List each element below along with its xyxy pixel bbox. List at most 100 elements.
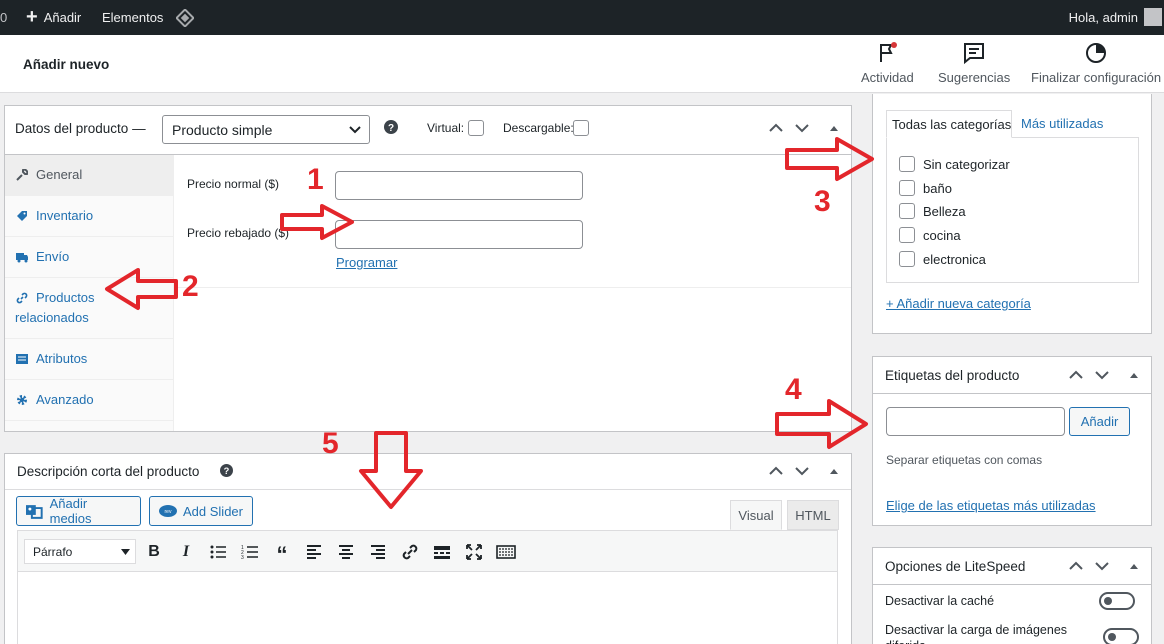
add-media-button[interactable]: Añadir medios	[16, 496, 141, 526]
move-up-icon[interactable]	[1068, 558, 1084, 574]
downloadable-checkbox[interactable]	[573, 120, 589, 136]
move-down-icon[interactable]	[1094, 367, 1110, 383]
numbered-list-icon[interactable]: 123	[241, 543, 259, 561]
suggestions-label: Sugerencias	[938, 70, 1011, 85]
category-checkbox[interactable]	[899, 180, 915, 196]
tags-help-text: Separar etiquetas con comas	[886, 453, 1043, 467]
avatar[interactable]	[1144, 8, 1162, 26]
product-type-select[interactable]: Producto simple	[162, 115, 370, 144]
virtual-checkbox[interactable]	[468, 120, 484, 136]
insert-link-icon[interactable]	[401, 543, 419, 561]
read-more-icon[interactable]	[433, 543, 451, 561]
tab-shipping-label: Envío	[36, 249, 70, 264]
format-select-value: Párrafo	[33, 545, 73, 559]
finish-setup-button[interactable]: Finalizar configuración	[1031, 41, 1161, 85]
page-header: Añadir nuevo Actividad Sugerencias Final…	[0, 35, 1164, 93]
tab-attributes[interactable]: Atributos	[5, 339, 174, 380]
table-icon	[16, 354, 28, 364]
tab-advanced[interactable]: Avanzado	[5, 380, 174, 421]
add-tag-button[interactable]: Añadir	[1069, 407, 1130, 436]
category-label: baño	[923, 181, 952, 196]
move-up-icon[interactable]	[768, 120, 784, 136]
move-up-icon[interactable]	[768, 463, 784, 479]
annotation-number-5: 5	[322, 427, 339, 460]
italic-icon[interactable]: I	[177, 543, 195, 561]
fullscreen-icon[interactable]	[465, 543, 483, 561]
collapse-icon[interactable]	[1126, 367, 1142, 383]
category-checkbox[interactable]	[899, 156, 915, 172]
bullet-list-icon[interactable]	[209, 543, 227, 561]
tab-all-categories-label: Todas las categorías	[892, 117, 1012, 132]
tab-inventory[interactable]: Inventario	[5, 196, 174, 237]
tags-panel: Etiquetas del producto Añadir Separar et…	[872, 356, 1152, 526]
flag-icon	[880, 42, 898, 62]
tab-linked-products-line1: Productos	[36, 290, 95, 305]
litespeed-header: Opciones de LiteSpeed	[873, 548, 1151, 585]
editor-content-area[interactable]	[17, 572, 838, 644]
add-media-label: Añadir medios	[49, 496, 92, 526]
annotation-arrow-down-icon	[359, 431, 423, 509]
add-new-menu[interactable]: + Añadir	[26, 7, 82, 27]
add-slider-label: Add Slider	[183, 503, 243, 519]
editor-toolbar: Párrafo B I 123 “	[17, 530, 838, 572]
activity-button[interactable]: Actividad	[861, 41, 914, 85]
move-down-icon[interactable]	[794, 120, 810, 136]
tab-visual[interactable]: Visual	[730, 500, 782, 530]
add-slider-button[interactable]: rev Add Slider	[149, 496, 253, 526]
suggestions-button[interactable]: Sugerencias	[938, 41, 1010, 85]
schedule-link[interactable]: Programar	[336, 255, 397, 270]
sale-price-input[interactable]	[335, 220, 583, 249]
add-new-label: Añadir	[43, 9, 82, 25]
user-greeting[interactable]: Hola, admin	[1069, 10, 1138, 25]
help-icon[interactable]: ?	[384, 120, 398, 134]
tab-linked-products-line2: relacionados	[15, 310, 89, 325]
move-down-icon[interactable]	[794, 463, 810, 479]
downloadable-label: Descargable:	[503, 121, 574, 135]
page-title: Añadir nuevo	[23, 57, 110, 72]
svg-text:rev: rev	[165, 509, 172, 515]
diamond-logo-icon[interactable]	[176, 9, 194, 27]
category-checklist: Sin categorizar baño Belleza cocina elec…	[886, 137, 1139, 283]
category-checkbox[interactable]	[899, 251, 915, 267]
category-checkbox[interactable]	[899, 227, 915, 243]
align-center-icon[interactable]	[337, 543, 355, 561]
slider-icon: rev	[159, 505, 177, 517]
help-icon[interactable]: ?	[220, 464, 233, 477]
collapse-icon[interactable]	[826, 463, 842, 479]
bold-icon[interactable]: B	[145, 543, 163, 561]
disable-cache-label: Desactivar la caché	[885, 594, 995, 608]
short-description-title: Descripción corta del producto	[17, 464, 200, 479]
move-down-icon[interactable]	[1094, 558, 1110, 574]
category-checkbox[interactable]	[899, 203, 915, 219]
choose-tags-link[interactable]: Elige de las etiquetas más utilizadas	[886, 498, 1096, 513]
tab-most-used[interactable]: Más utilizadas	[1021, 116, 1103, 131]
short-description-header: Descripción corta del producto ?	[5, 454, 851, 490]
finish-setup-label: Finalizar configuración	[1031, 70, 1162, 85]
svg-text:?: ?	[224, 466, 230, 476]
disable-cache-toggle[interactable]	[1099, 592, 1135, 610]
elementos-menu[interactable]: Elementos	[102, 10, 163, 25]
tab-all-categories[interactable]: Todas las categorías	[886, 110, 1012, 138]
tab-html[interactable]: HTML	[787, 500, 839, 530]
annotation-number-1: 1	[307, 163, 324, 196]
align-left-icon[interactable]	[305, 543, 323, 561]
wrench-icon	[16, 169, 28, 181]
comment-counter[interactable]: 0	[0, 10, 7, 25]
tag-input[interactable]	[886, 407, 1065, 436]
align-right-icon[interactable]	[369, 543, 387, 561]
toolbar-toggle-icon[interactable]	[496, 543, 516, 561]
tab-general[interactable]: General	[5, 155, 174, 196]
blockquote-icon[interactable]: “	[273, 543, 291, 567]
annotation-number-3: 3	[814, 185, 831, 218]
activity-label: Actividad	[861, 70, 914, 85]
disable-lazyload-toggle[interactable]	[1103, 628, 1139, 644]
regular-price-input[interactable]	[335, 171, 583, 200]
collapse-icon[interactable]	[1126, 558, 1142, 574]
add-category-link[interactable]: + Añadir nueva categoría	[886, 296, 1031, 311]
collapse-icon[interactable]	[826, 120, 842, 136]
format-select[interactable]: Párrafo	[24, 539, 136, 564]
tag-icon	[17, 211, 27, 221]
move-up-icon[interactable]	[1068, 367, 1084, 383]
link-icon	[16, 292, 28, 304]
litespeed-panel: Opciones de LiteSpeed Desactivar la cach…	[872, 547, 1152, 644]
